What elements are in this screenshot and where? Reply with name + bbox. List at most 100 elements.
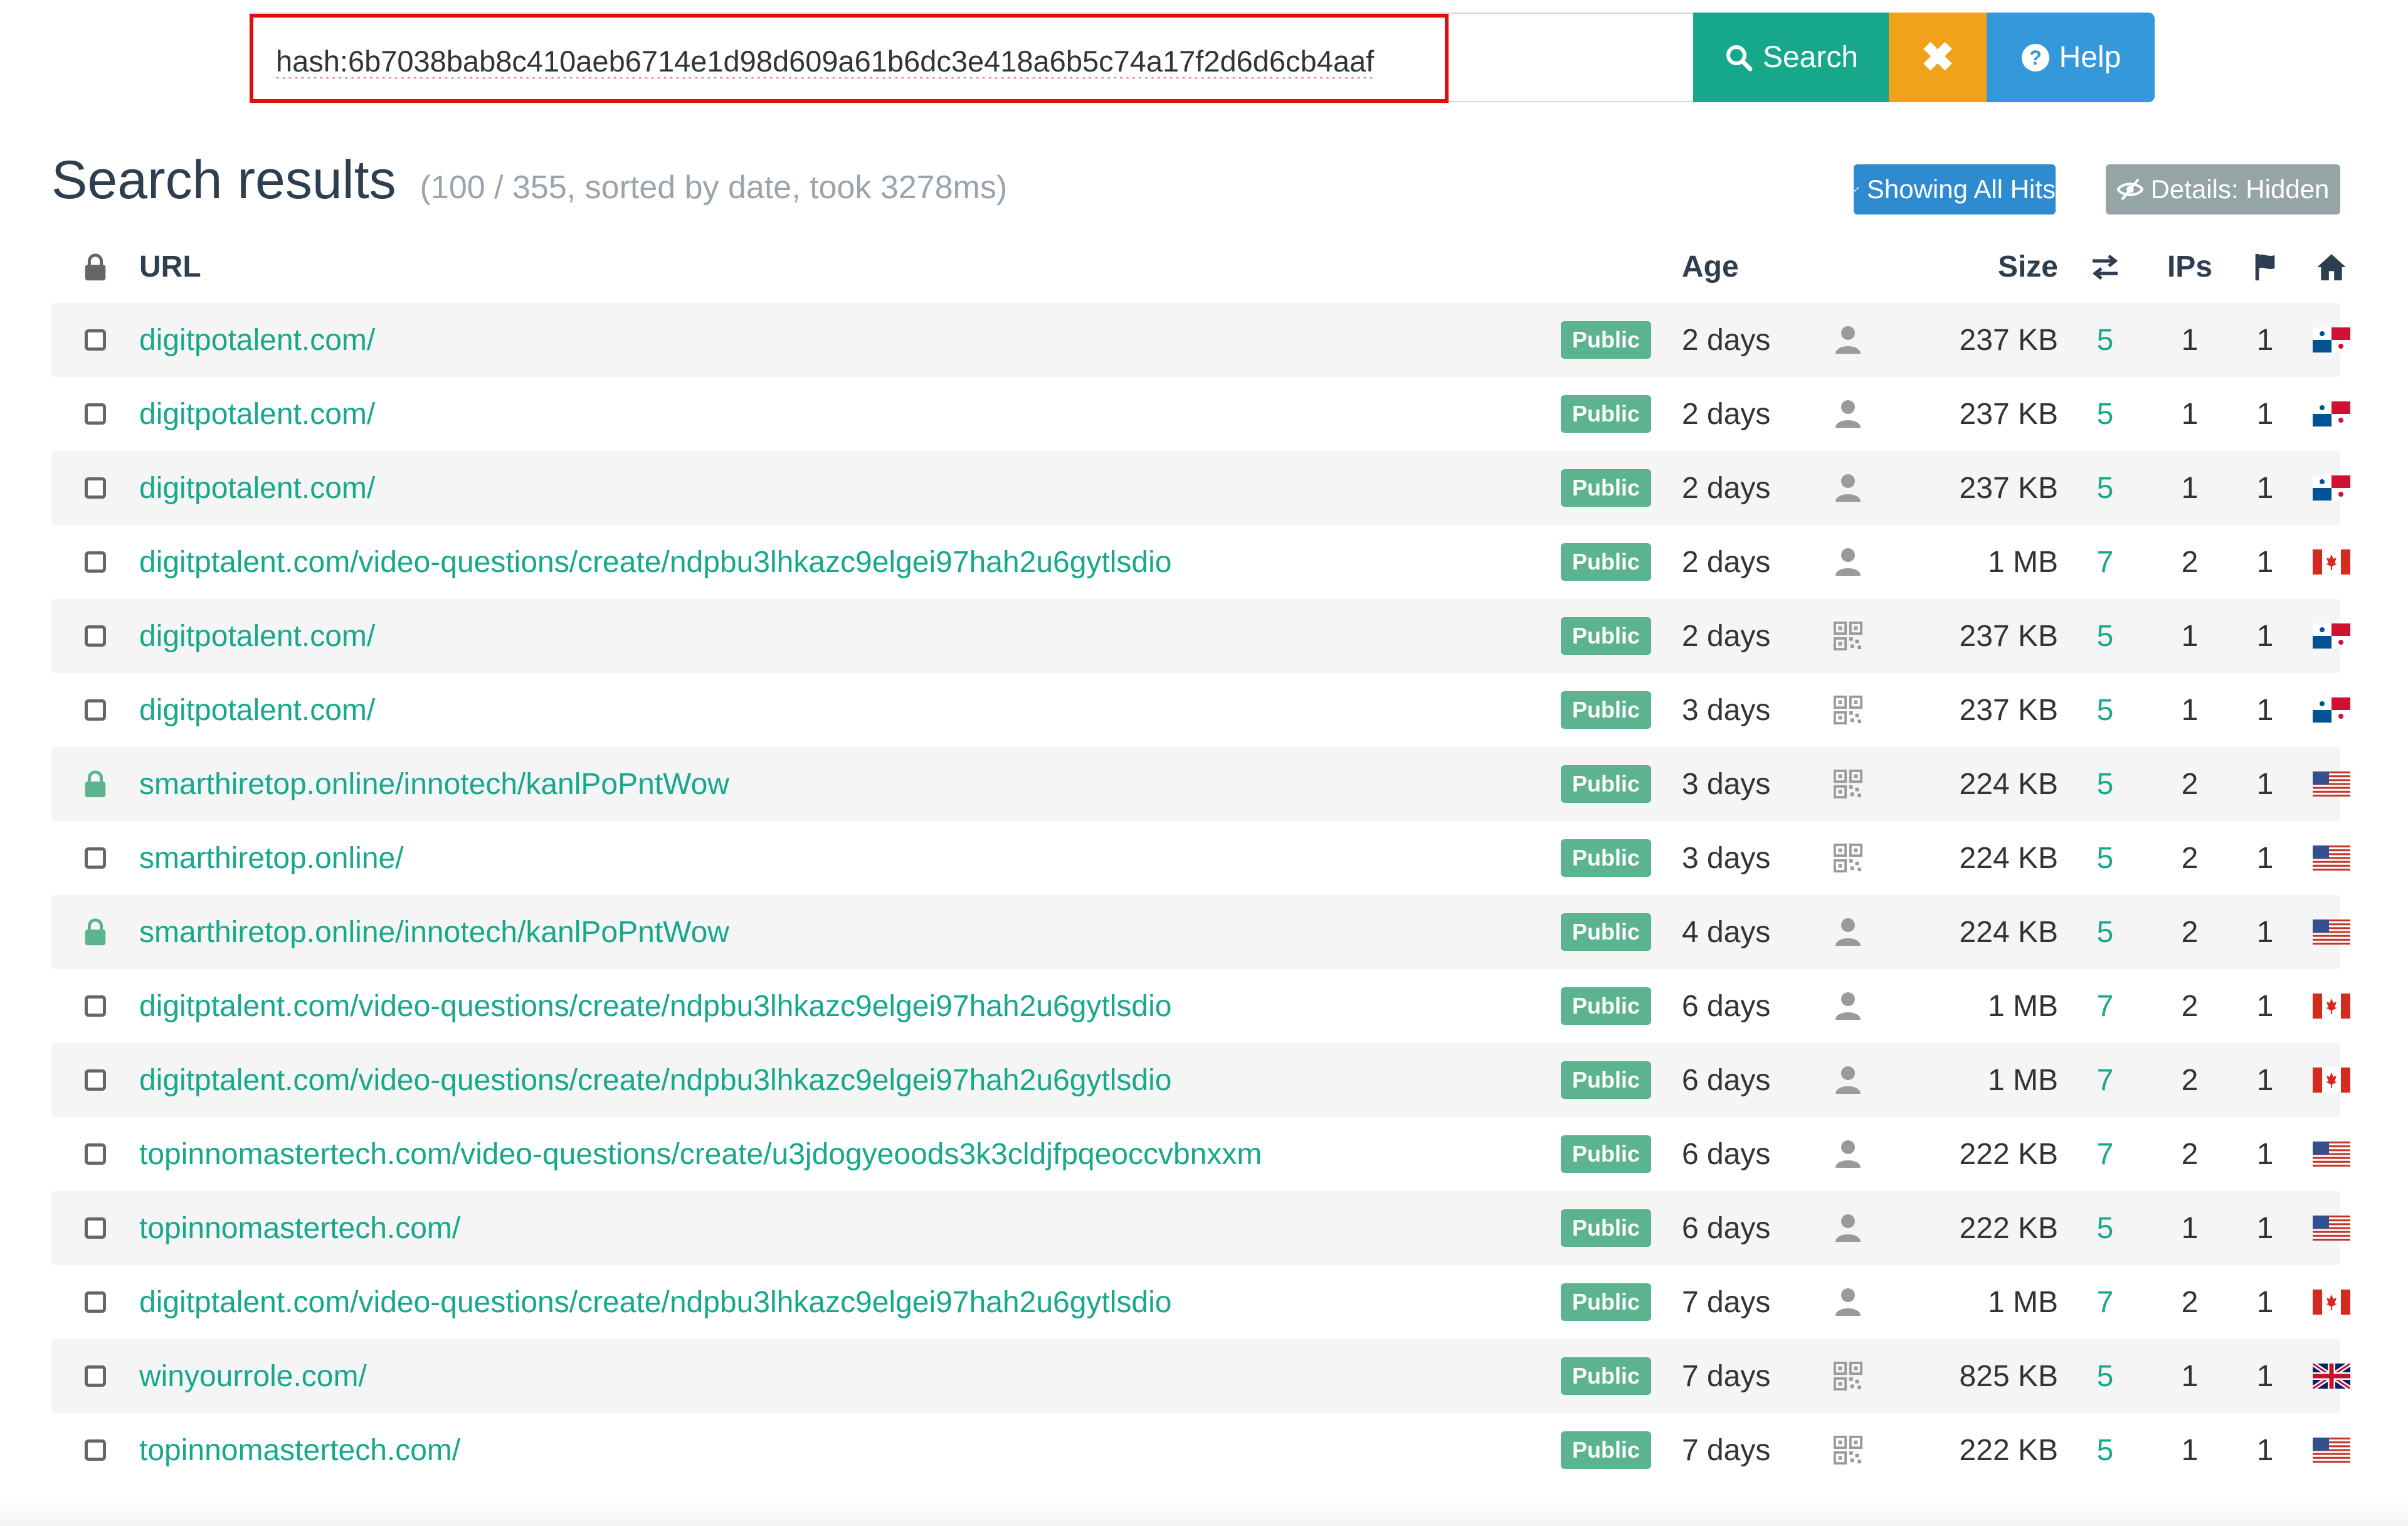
result-url-link[interactable]: smarthiretop.online/innotech/kanlPoPntWo… xyxy=(139,915,729,950)
ips-count: 2 xyxy=(2181,767,2199,801)
eye-slash-icon xyxy=(2116,178,2143,201)
search-icon xyxy=(1726,45,1753,71)
result-url-link[interactable]: digitptalent.com/video-questions/create/… xyxy=(139,989,1171,1024)
result-url-link[interactable]: digitpotalent.com/ xyxy=(139,619,375,654)
header-countries[interactable] xyxy=(2227,231,2303,303)
flag-us-icon xyxy=(2313,1438,2350,1463)
result-url-link[interactable]: smarthiretop.online/innotech/kanlPoPntWo… xyxy=(139,767,729,802)
table-row[interactable]: topinnomastertech.com/ Public 7 days 222… xyxy=(51,1413,2350,1487)
row-checkbox[interactable] xyxy=(85,699,106,721)
result-url-link[interactable]: digitpotalent.com/ xyxy=(139,693,375,728)
help-button[interactable]: ? Help xyxy=(1987,13,2155,102)
header-home[interactable] xyxy=(2300,231,2363,303)
size-text: 1 MB xyxy=(1987,545,2058,579)
table-row[interactable]: digitptalent.com/video-questions/create/… xyxy=(51,1265,2350,1339)
user-icon xyxy=(1835,1214,1861,1242)
table-row[interactable]: smarthiretop.online/innotech/kanlPoPntWo… xyxy=(51,895,2350,969)
search-highlight-box xyxy=(250,14,1449,103)
redirects-link[interactable]: 7 xyxy=(2097,1285,2114,1320)
table-row[interactable]: digitpotalent.com/ Public 2 days 237 KB xyxy=(51,303,2350,377)
clear-button[interactable]: ✖ xyxy=(1889,13,1987,102)
redirects-link[interactable]: 5 xyxy=(2097,397,2114,432)
row-checkbox[interactable] xyxy=(85,625,106,647)
select-cell xyxy=(77,1339,114,1413)
visibility-badge: Public xyxy=(1560,617,1652,655)
row-checkbox[interactable] xyxy=(85,403,106,425)
row-checkbox[interactable] xyxy=(85,1143,106,1165)
svg-text:?: ? xyxy=(2029,46,2042,69)
redirects-link[interactable]: 5 xyxy=(2097,619,2114,654)
result-url-link[interactable]: digitptalent.com/video-questions/create/… xyxy=(139,545,1171,580)
redirects-link[interactable]: 5 xyxy=(2097,1359,2114,1394)
header-age[interactable]: Age xyxy=(1682,231,1820,303)
header-redirects[interactable] xyxy=(2058,231,2152,303)
country-flag-cell xyxy=(2300,451,2363,525)
table-row[interactable]: winyourrole.com/ Public 7 days 825 KB 5 … xyxy=(51,1339,2350,1413)
table-row[interactable]: topinnomastertech.com/ Public 6 days 222… xyxy=(51,1191,2350,1265)
details-toggle-button[interactable]: Details: Hidden xyxy=(2106,164,2340,215)
result-url-link[interactable]: digitptalent.com/video-questions/create/… xyxy=(139,1063,1171,1098)
select-cell xyxy=(77,525,114,599)
result-url-link[interactable]: digitptalent.com/video-questions/create/… xyxy=(139,1285,1171,1320)
table-row[interactable]: smarthiretop.online/ Public 3 days 224 K… xyxy=(51,821,2350,895)
showing-all-hits-button[interactable]: Showing All Hits xyxy=(1854,164,2056,215)
search-bar: Search ✖ ? Help xyxy=(250,13,2156,103)
redirects-link[interactable]: 5 xyxy=(2097,471,2114,506)
countries-count: 1 xyxy=(2256,693,2274,727)
result-url-link[interactable]: digitpotalent.com/ xyxy=(139,397,375,432)
table-row[interactable]: digitptalent.com/video-questions/create/… xyxy=(51,969,2350,1043)
row-checkbox[interactable] xyxy=(85,995,106,1017)
user-icon xyxy=(1835,1066,1861,1094)
result-url-link[interactable]: topinnomastertech.com/ xyxy=(139,1211,460,1246)
visibility-badge: Public xyxy=(1560,321,1652,359)
header-ips[interactable]: IPs xyxy=(2152,231,2227,303)
table-row[interactable]: digitptalent.com/video-questions/create/… xyxy=(51,1043,2350,1117)
table-row[interactable]: digitptalent.com/video-questions/create/… xyxy=(51,525,2350,599)
row-checkbox[interactable] xyxy=(85,1439,106,1461)
search-button[interactable]: Search xyxy=(1693,13,1889,102)
redirects-link[interactable]: 5 xyxy=(2097,323,2114,358)
table-row[interactable]: digitpotalent.com/ Public 2 days 237 KB xyxy=(51,451,2350,525)
select-cell xyxy=(77,377,114,451)
redirects-link[interactable]: 5 xyxy=(2097,1211,2114,1246)
redirects-link[interactable]: 5 xyxy=(2097,915,2114,950)
row-checkbox[interactable] xyxy=(85,1291,106,1313)
result-url-link[interactable]: topinnomastertech.com/video-questions/cr… xyxy=(139,1137,1262,1172)
redirects-link[interactable]: 7 xyxy=(2097,989,2114,1024)
select-cell xyxy=(77,747,114,821)
table-row[interactable]: smarthiretop.online/innotech/kanlPoPntWo… xyxy=(51,747,2350,821)
redirects-link[interactable]: 5 xyxy=(2097,1433,2114,1468)
redirects-link[interactable]: 7 xyxy=(2097,1137,2114,1172)
lock-icon xyxy=(85,918,106,946)
row-checkbox[interactable] xyxy=(85,847,106,869)
row-checkbox[interactable] xyxy=(85,477,106,499)
country-flag-cell xyxy=(2300,1043,2363,1117)
result-url-link[interactable]: smarthiretop.online/ xyxy=(139,841,404,876)
redirects-link[interactable]: 5 xyxy=(2097,693,2114,728)
countries-count: 1 xyxy=(2256,619,2274,653)
row-checkbox[interactable] xyxy=(85,551,106,573)
table-row[interactable]: digitpotalent.com/ Public 2 days 237 KB xyxy=(51,599,2350,673)
table-row[interactable]: digitpotalent.com/ Public 3 days 237 KB xyxy=(51,673,2350,747)
flag-ca-icon xyxy=(2313,1290,2350,1315)
row-checkbox[interactable] xyxy=(85,329,106,351)
result-url-link[interactable]: digitpotalent.com/ xyxy=(139,471,375,506)
redirects-link[interactable]: 5 xyxy=(2097,767,2114,802)
row-checkbox[interactable] xyxy=(85,1069,106,1091)
select-cell xyxy=(77,1117,114,1191)
table-row[interactable]: digitpotalent.com/ Public 2 days 237 KB xyxy=(51,377,2350,451)
row-checkbox[interactable] xyxy=(85,1365,106,1387)
redirects-link[interactable]: 7 xyxy=(2097,545,2114,580)
exchange-icon xyxy=(2092,254,2118,280)
table-row[interactable]: topinnomastertech.com/video-questions/cr… xyxy=(51,1117,2350,1191)
ips-count: 1 xyxy=(2181,1359,2199,1393)
redirects-link[interactable]: 7 xyxy=(2097,1063,2114,1098)
header-url[interactable]: URL xyxy=(139,231,201,303)
header-size[interactable]: Size xyxy=(1870,231,2058,303)
result-url-link[interactable]: topinnomastertech.com/ xyxy=(139,1433,460,1468)
redirects-link[interactable]: 5 xyxy=(2097,841,2114,876)
user-icon xyxy=(1835,548,1861,576)
result-url-link[interactable]: digitpotalent.com/ xyxy=(139,323,375,358)
result-url-link[interactable]: winyourrole.com/ xyxy=(139,1359,367,1394)
row-checkbox[interactable] xyxy=(85,1217,106,1239)
